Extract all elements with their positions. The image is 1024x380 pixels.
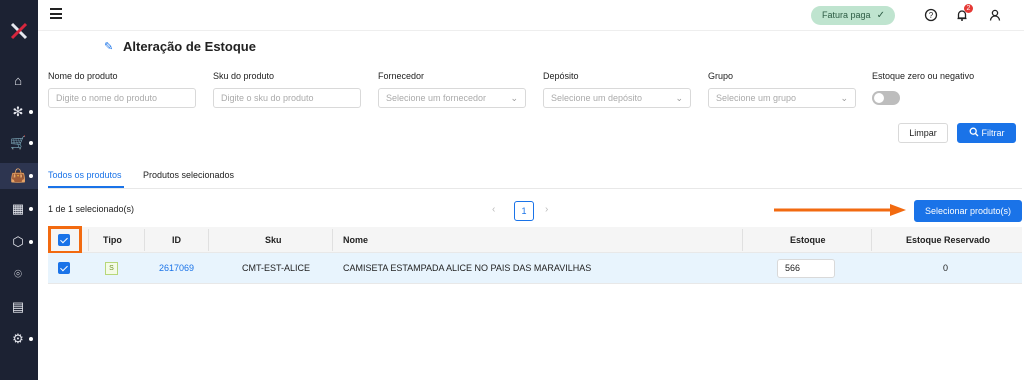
x-logo-icon[interactable] — [10, 22, 28, 40]
supplier-select[interactable]: Selecione um fornecedor ⌄ — [378, 88, 526, 108]
page-title: Alteração de Estoque — [123, 39, 256, 54]
edit-icon: ✎ — [104, 41, 114, 53]
tab-selected-products[interactable]: Produtos selecionados — [143, 170, 234, 180]
sidebar-item-settings[interactable]: ⚙ — [0, 326, 38, 352]
supplier-placeholder: Selecione um fornecedor — [386, 93, 487, 103]
cart-icon: 🛒 — [10, 135, 27, 150]
sidebar-item-scan[interactable]: ⌾ — [0, 261, 38, 287]
box-icon: ⬡ — [12, 234, 24, 249]
product-sku-input[interactable]: Digite o sku do produto — [213, 88, 361, 108]
type-tag: S — [105, 262, 118, 275]
sidebar: ⌂ ✻ 🛒 👜 ▦ ⬡ ⌾ ▤ ⚙ — [0, 0, 38, 380]
network-icon: ✻ — [12, 104, 24, 119]
topbar: Fatura paga ✓ ? 2 — [38, 0, 1024, 31]
sidebar-item-home[interactable]: ⌂ — [0, 68, 38, 94]
zero-stock-label: Estoque zero ou negativo — [872, 71, 975, 81]
warehouse-placeholder: Selecione um depósito — [551, 93, 643, 103]
annotation-arrow — [774, 204, 906, 216]
zero-stock-toggle[interactable] — [872, 91, 900, 105]
sidebar-item-clipboard[interactable]: ▤ — [0, 294, 38, 320]
search-icon — [969, 127, 978, 137]
check-icon: ✓ — [876, 10, 885, 21]
help-icon[interactable]: ? — [924, 8, 938, 22]
annotation-highlight — [48, 226, 82, 254]
notification-count-badge: 2 — [964, 4, 973, 13]
select-products-button[interactable]: Selecionar produto(s) — [914, 200, 1022, 222]
scan-icon: ⌾ — [14, 266, 22, 281]
product-name-placeholder: Digite o nome do produto — [56, 93, 158, 103]
svg-text:?: ? — [929, 11, 934, 20]
pagination-page[interactable]: 1 — [514, 201, 534, 221]
product-name-label: Nome do produto — [48, 71, 118, 81]
menu-icon[interactable] — [50, 8, 62, 20]
pagination-next-icon[interactable]: › — [545, 204, 548, 215]
stock-input[interactable]: 566 — [777, 259, 835, 278]
product-name-input[interactable]: Digite o nome do produto — [48, 88, 196, 108]
chevron-down-icon: ⌄ — [510, 93, 518, 103]
home-icon: ⌂ — [14, 73, 22, 88]
row-checkbox[interactable] — [58, 262, 70, 274]
header-id: ID — [172, 235, 181, 245]
header-type: Tipo — [103, 235, 122, 245]
submenu-dot-icon — [29, 207, 33, 211]
row-sku: CMT-EST-ALICE — [242, 263, 311, 273]
group-placeholder: Selecione um grupo — [716, 93, 797, 103]
submenu-dot-icon — [29, 240, 33, 244]
status-badge[interactable]: Fatura paga ✓ — [811, 6, 895, 25]
header-reserved-stock: Estoque Reservado — [906, 235, 991, 245]
table-row[interactable]: S 2617069 CMT-EST-ALICE CAMISETA ESTAMPA… — [48, 253, 1022, 284]
group-select[interactable]: Selecione um grupo ⌄ — [708, 88, 856, 108]
submenu-dot-icon — [29, 141, 33, 145]
supplier-label: Fornecedor — [378, 71, 425, 81]
row-name: CAMISETA ESTAMPADA ALICE NO PAIS DAS MAR… — [343, 263, 592, 273]
chevron-down-icon: ⌄ — [675, 93, 683, 103]
settings-icon: ⚙ — [12, 331, 24, 346]
product-sku-placeholder: Digite o sku do produto — [221, 93, 314, 103]
group-label: Grupo — [708, 71, 734, 81]
toggle-knob — [874, 93, 884, 103]
submenu-dot-icon — [29, 337, 33, 341]
row-reserved-stock: 0 — [943, 263, 949, 273]
store-icon: ▦ — [11, 201, 25, 216]
product-sku-label: Sku do produto — [213, 71, 275, 81]
shopping-bag-icon: 👜 — [10, 168, 27, 183]
submenu-dot-icon — [29, 110, 33, 114]
status-badge-label: Fatura paga — [822, 10, 871, 20]
row-id-link[interactable]: 2617069 — [159, 253, 194, 284]
chevron-down-icon: ⌄ — [840, 93, 848, 103]
tab-all-products[interactable]: Todos os produtos — [48, 170, 122, 180]
sidebar-item-cart[interactable]: 🛒 — [0, 130, 38, 156]
sidebar-item-store[interactable]: ▦ — [0, 196, 38, 222]
sidebar-item-box[interactable]: ⬡ — [0, 229, 38, 255]
user-icon[interactable] — [988, 8, 1002, 22]
sidebar-item-shopping-bag[interactable]: 👜 — [0, 163, 38, 189]
sidebar-item-network[interactable]: ✻ — [0, 99, 38, 125]
header-name: Nome — [343, 235, 369, 245]
tabs-divider — [48, 188, 1022, 189]
pagination-prev-icon[interactable]: ‹ — [492, 204, 495, 215]
warehouse-label: Depósito — [543, 71, 579, 81]
table-header: Tipo ID Sku Nome Estoque Estoque Reserva… — [48, 227, 1022, 253]
clear-button[interactable]: Limpar — [898, 123, 948, 143]
selection-count: 1 de 1 selecionado(s) — [48, 204, 135, 214]
header-sku: Sku — [265, 235, 282, 245]
filter-button-label: Filtrar — [981, 128, 1005, 138]
clipboard-icon: ▤ — [11, 299, 25, 314]
header-stock: Estoque — [790, 235, 826, 245]
warehouse-select[interactable]: Selecione um depósito ⌄ — [543, 88, 691, 108]
filter-button[interactable]: Filtrar — [957, 123, 1016, 143]
submenu-dot-icon — [29, 174, 33, 178]
